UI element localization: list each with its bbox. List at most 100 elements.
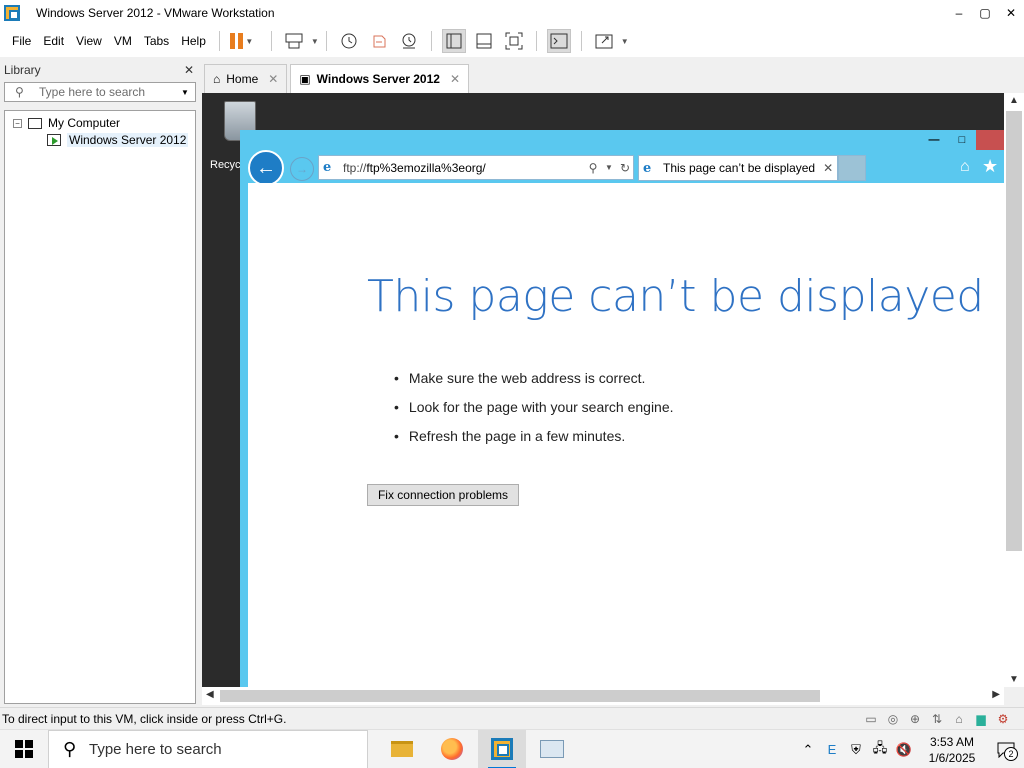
taskbar-app-network[interactable]: [528, 730, 576, 768]
vm-icon: ▣: [299, 72, 311, 86]
taskbar-app-vmware[interactable]: [478, 729, 526, 768]
toolbar-separator: [535, 31, 537, 51]
home-icon: ⌂: [213, 72, 221, 86]
chevron-down-icon[interactable]: ▼: [181, 88, 195, 97]
toolbar-separator: [325, 31, 327, 51]
chevron-up-icon[interactable]: ⌃: [796, 730, 820, 768]
title-bar: Windows Server 2012 - VMware Workstation…: [0, 0, 1024, 25]
console-view-button[interactable]: [546, 29, 571, 53]
tree-item-windows-server-2012[interactable]: Windows Server 2012: [47, 133, 189, 147]
close-tab-icon[interactable]: ✕: [823, 161, 833, 175]
floppy-icon[interactable]: ⌂: [950, 710, 968, 728]
pause-vm-button[interactable]: ▼: [230, 29, 254, 53]
new-tab-button[interactable]: [838, 155, 866, 181]
library-search-input[interactable]: Type here to search: [39, 85, 181, 99]
collapse-icon[interactable]: −: [13, 118, 22, 128]
tab-label: Windows Server 2012: [316, 72, 440, 86]
home-icon[interactable]: ⌂: [960, 158, 970, 176]
close-tab-icon[interactable]: ✕: [450, 72, 460, 86]
ie-minimize-button[interactable]: —: [920, 130, 948, 150]
snapshot-button[interactable]: [337, 29, 361, 53]
taskbar-app-file-explorer[interactable]: [378, 730, 426, 768]
thumbnail-bar-button[interactable]: [472, 29, 496, 53]
scroll-up-icon[interactable]: ▲: [1009, 95, 1019, 106]
taskbar-app-firefox[interactable]: [428, 730, 476, 768]
network-icon[interactable]: 🖧: [868, 730, 892, 768]
scroll-thumb[interactable]: [1006, 111, 1022, 551]
vm-settings-icon[interactable]: ⚙: [994, 710, 1012, 728]
library-close-icon[interactable]: ✕: [184, 63, 194, 77]
tree-item-label: Windows Server 2012: [67, 133, 189, 147]
windows-logo-icon: [15, 740, 33, 758]
list-item: Make sure the web address is correct.: [394, 363, 674, 392]
scroll-down-icon[interactable]: ▼: [1009, 674, 1019, 685]
forward-button[interactable]: →: [290, 157, 314, 181]
start-button[interactable]: [0, 730, 48, 768]
address-scheme: ftp://: [343, 160, 367, 175]
revert-snapshot-button[interactable]: [367, 29, 391, 53]
close-button[interactable]: ✕: [998, 0, 1024, 25]
library-panel-icon: [446, 33, 462, 49]
tab-label: Home: [226, 72, 259, 86]
hard-disk-icon[interactable]: ▭: [862, 710, 880, 728]
notifications-button[interactable]: 2: [988, 730, 1024, 768]
stretch-guest-button[interactable]: [592, 29, 616, 53]
system-clock[interactable]: 3:53 AM 1/6/2025: [922, 734, 982, 766]
tree-item-my-computer[interactable]: − My Computer: [13, 116, 120, 130]
menu-help[interactable]: Help: [175, 34, 212, 48]
network-adapter-icon[interactable]: ⊕: [906, 710, 924, 728]
show-library-button[interactable]: [441, 29, 466, 53]
ime-icon[interactable]: E: [820, 730, 844, 768]
ie-maximize-button[interactable]: □: [948, 130, 976, 150]
cd-dvd-icon[interactable]: ◎: [884, 710, 902, 728]
taskbar-search-input[interactable]: Type here to search: [89, 741, 222, 758]
ie-tab-active[interactable]: e This page can’t be displayed ✕: [638, 155, 838, 181]
revert-icon: [373, 35, 386, 48]
favorites-icon[interactable]: ★: [982, 156, 998, 177]
ie-close-button[interactable]: [976, 130, 1004, 150]
taskbar-search[interactable]: ⚲ Type here to search: [48, 729, 368, 768]
security-icon[interactable]: ⛨: [844, 730, 868, 768]
menu-tabs[interactable]: Tabs: [138, 34, 175, 48]
vm-console[interactable]: Recyc — □ ← → e ftp://ftp%3emozilla%3eor…: [202, 93, 1004, 687]
usb-icon[interactable]: ⇅: [928, 710, 946, 728]
menu-file[interactable]: File: [6, 34, 37, 48]
scroll-thumb[interactable]: [220, 690, 820, 702]
scroll-left-icon[interactable]: ◀: [206, 689, 214, 700]
address-bar[interactable]: e ftp://ftp%3emozilla%3eorg/ ⚲ ▼ ↻: [318, 155, 634, 180]
library-title: Library: [4, 63, 41, 77]
menu-vm[interactable]: VM: [108, 34, 138, 48]
clock-time: 3:53 AM: [929, 734, 975, 749]
horizontal-scrollbar[interactable]: ◀ ▶: [202, 687, 1004, 705]
library-search[interactable]: ⚲ Type here to search ▼: [4, 82, 196, 102]
scroll-right-icon[interactable]: ▶: [992, 689, 1000, 700]
chevron-down-icon[interactable]: ▼: [621, 37, 629, 46]
snapshot-manager-button[interactable]: [397, 29, 421, 53]
menu-view[interactable]: View: [70, 34, 108, 48]
status-text: To direct input to this VM, click inside…: [2, 711, 287, 726]
toolbar-separator: [580, 31, 582, 51]
chevron-down-icon[interactable]: ▼: [311, 37, 319, 46]
volume-muted-icon[interactable]: 🔇: [892, 730, 916, 768]
chevron-down-icon[interactable]: ▼: [601, 163, 617, 172]
menu-toolbar: File Edit View VM Tabs Help ▼ ▼ ▼: [0, 25, 1024, 57]
toolbar-separator: [430, 31, 432, 51]
menu-edit[interactable]: Edit: [37, 34, 70, 48]
tab-home[interactable]: ⌂ Home ✕: [204, 64, 288, 93]
vertical-scrollbar[interactable]: ▲ ▼: [1004, 93, 1024, 687]
full-screen-button[interactable]: [502, 29, 526, 53]
address-input[interactable]: ftp://ftp%3emozilla%3eorg/: [343, 161, 585, 175]
clock-date: 1/6/2025: [928, 750, 976, 765]
toolbar-separator: [218, 31, 220, 51]
refresh-icon[interactable]: ↻: [617, 161, 633, 175]
back-button[interactable]: ←: [248, 150, 284, 186]
search-icon[interactable]: ⚲: [585, 161, 601, 175]
fix-connection-button[interactable]: Fix connection problems: [367, 484, 519, 506]
tab-windows-server-2012[interactable]: ▣ Windows Server 2012 ✕: [290, 64, 470, 93]
send-ctrl-alt-del-button[interactable]: [282, 29, 306, 53]
minimize-button[interactable]: –: [946, 0, 972, 25]
chevron-down-icon[interactable]: ▼: [245, 37, 253, 46]
message-log-icon[interactable]: ▆: [972, 710, 990, 728]
maximize-button[interactable]: ▢: [972, 0, 998, 25]
close-tab-icon[interactable]: ✕: [268, 72, 278, 86]
